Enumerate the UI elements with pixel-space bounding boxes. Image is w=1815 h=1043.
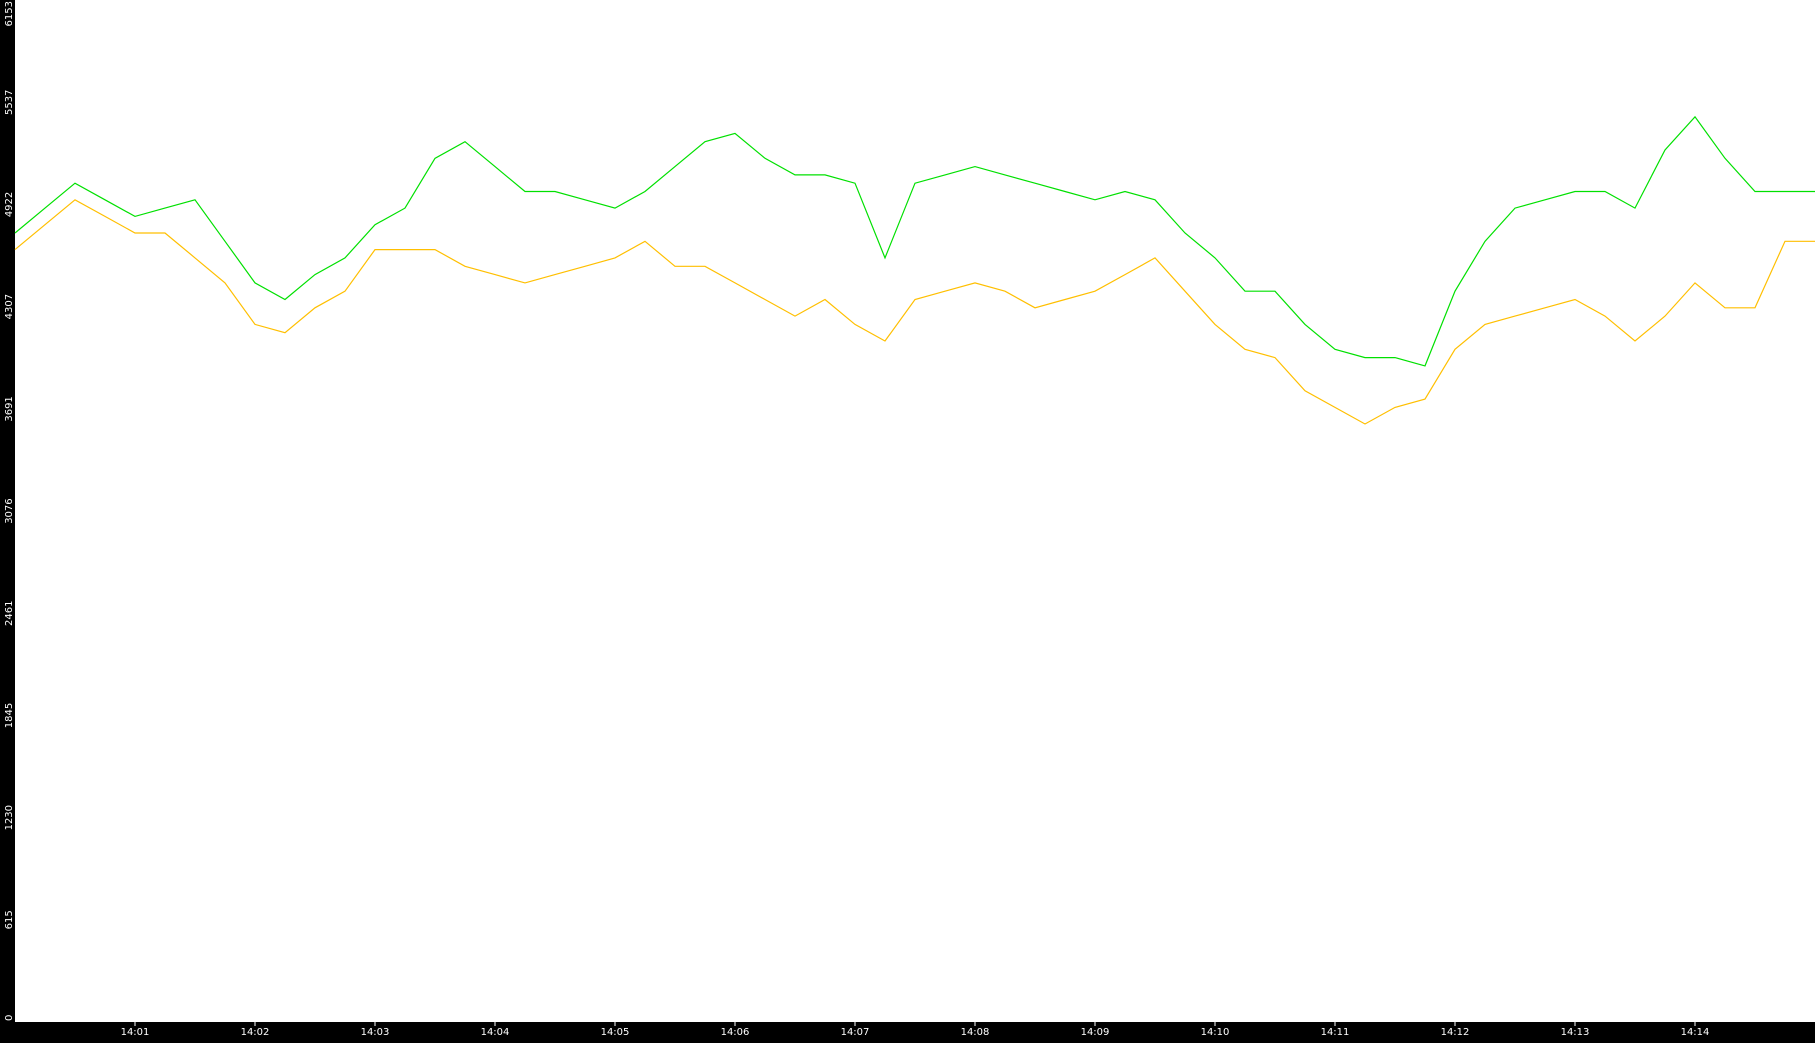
plot-area — [15, 0, 1815, 1022]
y-tick-label: 4307 — [4, 294, 15, 319]
x-tick-label: 14:14 — [1681, 1027, 1710, 1038]
y-tick-label: 1845 — [4, 703, 15, 728]
x-tick-label: 14:06 — [721, 1027, 750, 1038]
chart-svg: 0 615 1230 1845 2461 3076 3691 4307 4922 5537 6153… — [0, 0, 1815, 1039]
y-tick-label: 0 — [4, 1015, 15, 1021]
y-tick-label: 6153 — [4, 1, 15, 26]
x-tick-label: 14:04 — [481, 1027, 510, 1038]
y-tick-label: 2461 — [4, 601, 15, 626]
x-tick-label: 14:09 — [1081, 1027, 1110, 1038]
y-tick-label: 3076 — [4, 498, 15, 523]
x-tick-label: 14:03 — [361, 1027, 390, 1038]
x-tick-label: 14:05 — [601, 1027, 630, 1038]
x-tick-label: 14:02 — [241, 1027, 270, 1038]
x-tick-label: 14:11 — [1321, 1027, 1350, 1038]
x-tick-label: 14:07 — [841, 1027, 870, 1038]
chart: 0 615 1230 1845 2461 3076 3691 4307 4922 5537 6153… — [0, 0, 1815, 1039]
y-tick-label: 1230 — [4, 805, 15, 830]
y-tick-label: 5537 — [4, 90, 15, 115]
x-tick-label: 14:10 — [1201, 1027, 1230, 1038]
x-tick-label: 14:12 — [1441, 1027, 1470, 1038]
x-tick-label: 14:01 — [121, 1027, 150, 1038]
x-tick-label: 14:13 — [1561, 1027, 1590, 1038]
y-tick-label: 3691 — [4, 396, 15, 421]
x-tick-label: 14:08 — [961, 1027, 990, 1038]
y-tick-label: 4922 — [4, 192, 15, 217]
y-tick-label: 615 — [4, 910, 15, 929]
